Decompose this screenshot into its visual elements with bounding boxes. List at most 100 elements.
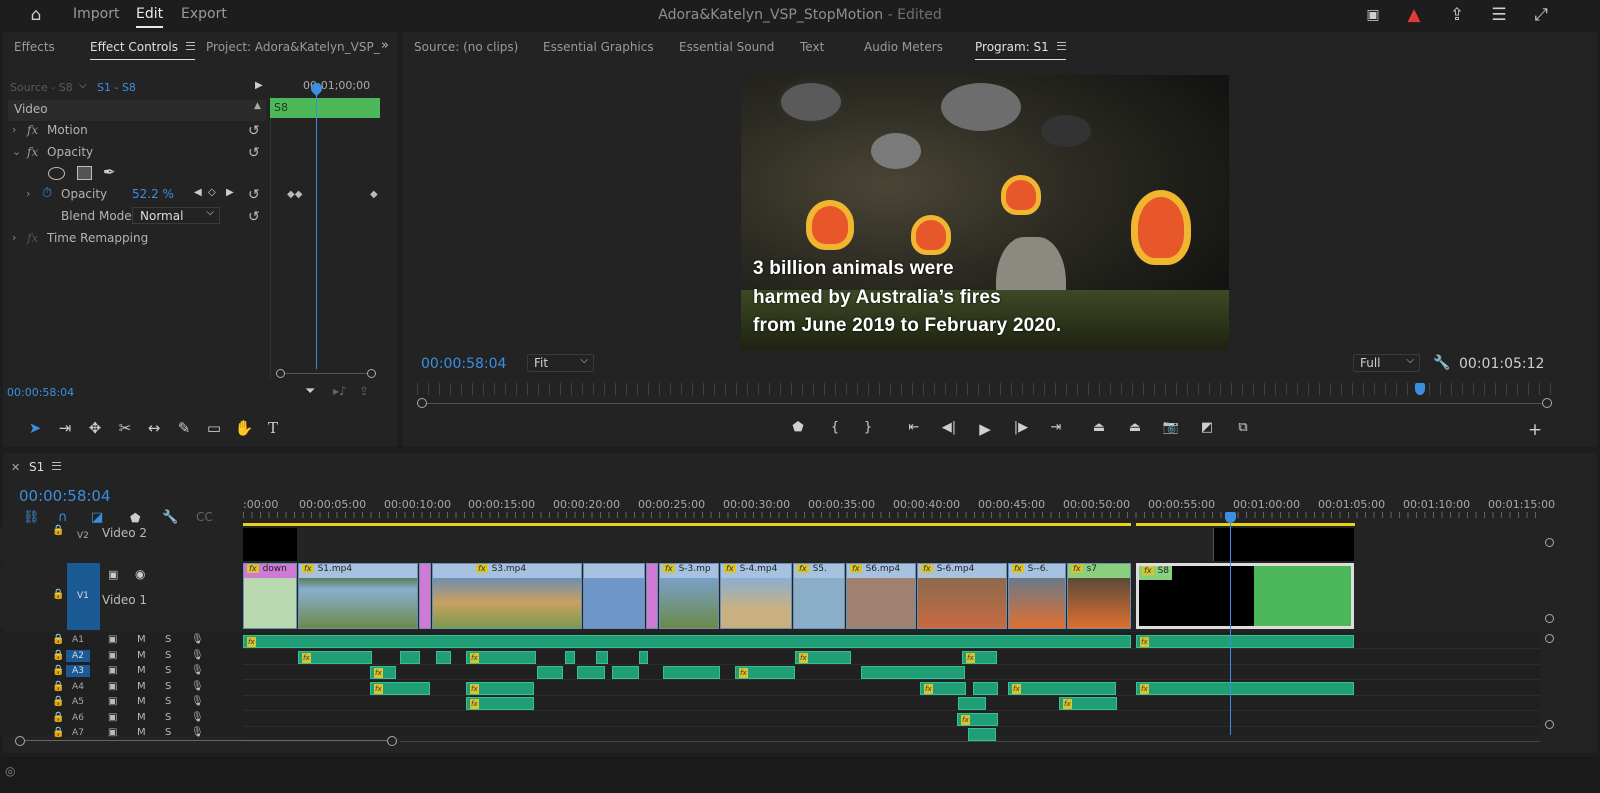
lock-icon[interactable]: 🔒: [52, 665, 64, 676]
v2-clip-black[interactable]: [243, 528, 297, 561]
audio-clip[interactable]: fx: [795, 650, 851, 664]
mute-button[interactable]: M: [137, 681, 146, 692]
audio-clip[interactable]: [565, 650, 575, 664]
chevron-right-icon[interactable]: ›: [12, 231, 16, 244]
mute-button[interactable]: M: [137, 650, 146, 661]
v1-clip[interactable]: fx S--6.: [1008, 563, 1066, 629]
film-icon[interactable]: ▣: [108, 681, 117, 692]
eye-icon[interactable]: ◉: [135, 567, 145, 581]
collapse-icon[interactable]: ▲: [254, 101, 261, 111]
play-audio-icon[interactable]: ▸♪: [333, 384, 347, 398]
audio-clip[interactable]: [958, 697, 986, 710]
work-area-bar[interactable]: [243, 523, 1131, 526]
timeline-timecode[interactable]: 00:00:58:04: [19, 487, 111, 505]
lock-icon[interactable]: 🔒: [52, 681, 64, 692]
rectangle-tool-icon[interactable]: ▭: [204, 418, 224, 438]
reset-icon[interactable]: ↺: [248, 145, 260, 161]
audio-clip[interactable]: [400, 650, 420, 664]
tab-essential-graphics[interactable]: Essential Graphics: [543, 40, 654, 54]
comparison-view-icon[interactable]: ◩: [1197, 420, 1217, 435]
audio-clip[interactable]: fx: [735, 666, 795, 679]
audio-clip[interactable]: fx: [466, 697, 534, 710]
program-ruler[interactable]: [417, 383, 1552, 395]
audio-clip[interactable]: [861, 666, 965, 679]
work-area-bar[interactable]: [1136, 523, 1355, 526]
audio-clip[interactable]: [968, 728, 996, 741]
microphone-icon[interactable]: 🎙: [191, 650, 204, 661]
track-id-a2[interactable]: A2: [66, 649, 90, 662]
audio-clip[interactable]: fx: [370, 666, 396, 679]
workspace-menu-icon[interactable]: ☰: [1488, 4, 1510, 26]
audio-clip[interactable]: [596, 650, 608, 664]
solo-button[interactable]: S: [165, 681, 171, 692]
film-icon[interactable]: ▣: [108, 568, 118, 581]
rectangle-mask-icon[interactable]: [77, 166, 92, 180]
lock-icon[interactable]: 🔒: [52, 696, 64, 707]
v-scroll-handle[interactable]: [1545, 634, 1554, 643]
v1-clip[interactable]: [419, 563, 431, 629]
magnet-icon[interactable]: ∩: [58, 510, 68, 525]
zoom-handle-right[interactable]: [1542, 398, 1552, 408]
audio-clip[interactable]: fx: [370, 681, 430, 695]
timeline-playhead-head[interactable]: [1225, 512, 1236, 523]
lock-icon[interactable]: 🔒: [52, 650, 64, 661]
v-scroll-handle[interactable]: [1545, 720, 1554, 729]
audio-clip[interactable]: fx: [957, 712, 998, 726]
share-icon[interactable]: ⇪: [1446, 4, 1468, 26]
mute-button[interactable]: M: [137, 634, 146, 645]
motion-row[interactable]: › fx Motion ↺: [8, 123, 268, 144]
type-tool-icon[interactable]: T: [263, 418, 283, 438]
solo-button[interactable]: S: [165, 696, 171, 707]
lock-icon[interactable]: 🔒: [52, 634, 64, 645]
zoom-track[interactable]: [427, 403, 1542, 404]
mute-button[interactable]: M: [137, 665, 146, 676]
zoom-handle-left[interactable]: [417, 398, 427, 408]
film-icon[interactable]: ▣: [108, 696, 117, 707]
mute-button[interactable]: M: [137, 696, 146, 707]
track-select-icon[interactable]: ⇥: [55, 418, 75, 438]
keyframe-icon[interactable]: ◆: [370, 189, 378, 200]
play-icon[interactable]: ▶: [975, 420, 995, 438]
tab-text[interactable]: Text: [800, 40, 824, 54]
captions-icon[interactable]: CC: [196, 510, 213, 524]
audio-clip[interactable]: [436, 650, 451, 664]
track-id-a6[interactable]: A6: [66, 712, 90, 724]
go-to-in-icon[interactable]: ⇤: [904, 420, 924, 435]
pen-tool-icon[interactable]: ✎: [174, 418, 194, 438]
film-icon[interactable]: ▣: [108, 650, 117, 661]
add-keyframe-icon[interactable]: ◇: [208, 187, 216, 198]
lock-icon[interactable]: 🔒: [52, 712, 64, 723]
zoom-track[interactable]: [285, 373, 367, 374]
v-scroll-handle[interactable]: [1545, 614, 1554, 623]
tab-project[interactable]: Project: Adora&Katelyn_VSP_: [206, 40, 380, 54]
warning-icon[interactable]: ▲: [1403, 4, 1425, 26]
audio-clip[interactable]: fx: [1059, 697, 1117, 710]
v1-clip[interactable]: fx S6.mp4: [846, 563, 916, 629]
audio-clip[interactable]: [537, 666, 563, 679]
tab-program[interactable]: Program: S1: [975, 40, 1066, 60]
film-icon[interactable]: ▣: [108, 634, 117, 645]
v1-clip[interactable]: fx S3.mp4: [432, 563, 582, 629]
microphone-icon[interactable]: 🎙: [191, 665, 204, 676]
step-forward-icon[interactable]: |▶: [1011, 420, 1031, 435]
snap-icon[interactable]: ⛓: [23, 510, 40, 525]
prev-keyframe-icon[interactable]: ◀: [194, 187, 202, 198]
lock-icon[interactable]: 🔒: [52, 589, 64, 600]
v1-clip[interactable]: fx down: [243, 563, 297, 629]
ec-zoom-scrollbar[interactable]: [276, 369, 376, 379]
tab-essential-sound[interactable]: Essential Sound: [679, 40, 774, 54]
quick-export-icon[interactable]: ▣: [1362, 4, 1384, 26]
source-selector[interactable]: Source - S8: [10, 81, 73, 94]
zoom-handle-right[interactable]: [387, 736, 397, 746]
tab-effect-controls[interactable]: Effect Controls: [90, 40, 195, 60]
mark-out-icon[interactable]: }: [858, 420, 878, 435]
audio-clip[interactable]: [639, 650, 648, 664]
ripple-edit-icon[interactable]: ✥: [85, 418, 105, 438]
tab-effects[interactable]: Effects: [14, 40, 55, 54]
keyframe-icon[interactable]: ◆◆: [287, 189, 302, 200]
v-scroll-handle[interactable]: [1545, 538, 1554, 547]
fullscreen-icon[interactable]: ⤢: [1530, 4, 1552, 26]
program-playhead[interactable]: [1415, 383, 1425, 395]
mark-in-icon[interactable]: {: [825, 420, 845, 435]
program-timecode[interactable]: 00:00:58:04: [421, 356, 506, 372]
